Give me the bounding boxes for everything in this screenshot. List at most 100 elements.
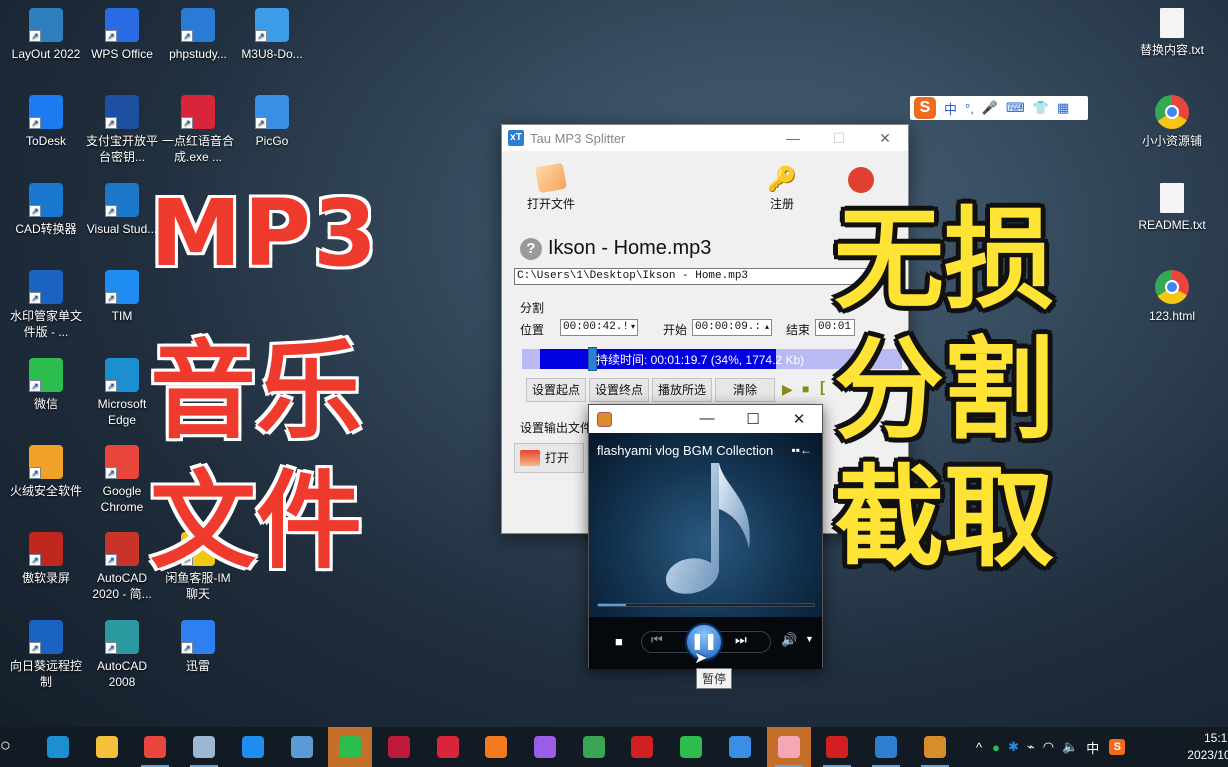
- desktop-icon-label: CAD转换器: [15, 222, 77, 236]
- desktop-icon-replace-txt[interactable]: 替换内容.txt: [1132, 8, 1212, 58]
- clock[interactable]: 15:16 2023/10/: [1187, 730, 1228, 764]
- position-field[interactable]: 00:00:42.! ▾: [560, 319, 638, 336]
- file-name-heading: ? Ikson - Home.mp3: [520, 237, 711, 260]
- desktop-icon[interactable]: ↗ 迅雷: [158, 620, 238, 674]
- speaker-icon[interactable]: 🔈: [1062, 739, 1078, 755]
- close-button[interactable]: ✕: [776, 410, 822, 428]
- taskbar-app-wechat[interactable]: [328, 727, 373, 767]
- maximize-button[interactable]: ☐: [730, 410, 776, 428]
- taskbar-app-recorder2[interactable]: [815, 727, 859, 767]
- shortcut-arrow-icon: ↗: [29, 380, 41, 392]
- desktop-icon-readme[interactable]: README.txt: [1132, 183, 1212, 233]
- stop-button[interactable]: ■: [615, 634, 623, 649]
- title-bar[interactable]: xT Tau MP3 Splitter — ☐ ✕: [502, 125, 908, 151]
- ime-mode[interactable]: 中: [944, 99, 957, 118]
- taskbar-app-edge[interactable]: [36, 727, 80, 767]
- set-end-button[interactable]: 设置终点: [589, 378, 649, 402]
- taskbar-app-media-player[interactable]: [913, 727, 957, 767]
- chrome-icon: [1155, 95, 1189, 129]
- ime-punct[interactable]: °,: [965, 101, 974, 116]
- desktop-icon[interactable]: ↗ WPS Office: [82, 8, 162, 62]
- taskbar-app-chrome[interactable]: [133, 727, 177, 767]
- desktop-icon[interactable]: ↗ phpstudy...: [158, 8, 238, 62]
- desktop-icon-label: 一点红语音合成.exe ...: [161, 134, 234, 164]
- desktop-icon[interactable]: ↗ 微信: [6, 358, 86, 412]
- switch-to-library-icon[interactable]: ▪▪←: [791, 443, 812, 457]
- register-button[interactable]: 🔑 注册: [752, 165, 812, 212]
- desktop-icon[interactable]: ↗ ToDesk: [6, 95, 86, 149]
- taskbar-app-app-d[interactable]: [572, 727, 616, 767]
- desktop-icon[interactable]: ↗ LayOut 2022: [6, 8, 86, 62]
- stop-icon[interactable]: ■: [802, 382, 809, 396]
- desktop-icon-123-html[interactable]: 123.html: [1132, 270, 1212, 324]
- previous-button[interactable]: ⏮: [651, 632, 663, 648]
- taskbar-app-app-x[interactable]: [474, 727, 518, 767]
- alipay-key-icon: ↗: [105, 95, 139, 129]
- show-hidden-icons-chevron[interactable]: ^: [976, 740, 982, 755]
- taskbar-app-capture[interactable]: [280, 727, 324, 767]
- microphone-icon[interactable]: 🎤: [982, 100, 998, 116]
- taskbar-app-file-explorer[interactable]: [85, 727, 129, 767]
- desktop-icon[interactable]: ↗ 水印管家单文件版 - ...: [6, 270, 86, 340]
- start-label: 开始: [663, 323, 688, 337]
- dropdown-arrow-icon[interactable]: ▾: [631, 320, 635, 335]
- desktop-icon[interactable]: ↗ 支付宝开放平台密钥...: [82, 95, 162, 165]
- shortcut-arrow-icon: ↗: [255, 117, 267, 129]
- search-icon[interactable]: ○: [0, 735, 11, 756]
- skin-shirt-icon[interactable]: 👕: [1033, 100, 1049, 116]
- wifi-icon[interactable]: ◠: [1043, 739, 1054, 755]
- open-file-button[interactable]: 打开文件: [516, 162, 586, 212]
- media-player-title-bar[interactable]: — ☐ ✕: [589, 405, 822, 433]
- desktop-icon[interactable]: ↗ 傲软录屏: [6, 532, 86, 586]
- desktop-icon[interactable]: ↗ 向日葵远程控制: [6, 620, 86, 690]
- toolbox-grid-icon[interactable]: ▦: [1057, 100, 1069, 116]
- set-start-button[interactable]: 设置起点: [526, 378, 586, 402]
- maximize-button[interactable]: ☐: [816, 130, 862, 147]
- play-selection-button[interactable]: 播放所选: [652, 378, 712, 402]
- desktop-icon-xiaoxiao[interactable]: 小小资源铺: [1132, 95, 1212, 149]
- desktop-icon[interactable]: ↗ M3U8-Do...: [232, 8, 312, 62]
- taskbar-app-tim[interactable]: [231, 727, 275, 767]
- music-note-icon: [665, 463, 750, 594]
- minimize-button[interactable]: —: [770, 130, 816, 147]
- spinner-up-icon[interactable]: ▴: [765, 320, 769, 335]
- taskbar-app-app-u[interactable]: [669, 727, 713, 767]
- desktop-icon[interactable]: ↗ CAD转换器: [6, 183, 86, 237]
- keyboard-icon[interactable]: ⌨: [1006, 100, 1025, 116]
- desktop-icon[interactable]: ↗ 火绒安全软件: [6, 445, 86, 499]
- clear-button[interactable]: 清除: [715, 378, 775, 402]
- taskbar-app-picgo[interactable]: [718, 727, 762, 767]
- taskbar-app-notepad[interactable]: [182, 727, 226, 767]
- taskbar-app-tau-splitter[interactable]: [864, 727, 908, 767]
- tim-tray-icon[interactable]: ✱: [1008, 739, 1019, 755]
- desktop-icon-label: phpstudy...: [169, 47, 227, 61]
- wan-icon: [387, 736, 410, 758]
- power-icon[interactable]: ⌁: [1027, 739, 1035, 755]
- seek-bar[interactable]: [597, 603, 815, 607]
- close-button[interactable]: ✕: [862, 130, 908, 147]
- next-button[interactable]: ⏭: [735, 632, 747, 648]
- start-time-field[interactable]: 00:00:09.: ▴: [692, 319, 772, 336]
- volume-icon[interactable]: 🔊: [781, 632, 797, 648]
- mark-bracket-icon[interactable]: [: [820, 379, 825, 396]
- overlay-title-mp3: MP3: [149, 179, 379, 289]
- desktop-icon[interactable]: ↗ 一点红语音合成.exe ...: [158, 95, 238, 165]
- taskbar-app-recorder[interactable]: [620, 727, 664, 767]
- x-app-icon: [485, 736, 508, 758]
- taskbar-app-app-wan[interactable]: [377, 727, 421, 767]
- desktop-icon[interactable]: ↗ AutoCAD 2008: [82, 620, 162, 690]
- taskbar-app-premiere[interactable]: [523, 727, 567, 767]
- desktop-icon[interactable]: ↗ PicGo: [232, 95, 312, 149]
- minimize-button[interactable]: —: [684, 410, 730, 428]
- play-icon[interactable]: ▶: [782, 381, 793, 398]
- ime-toolbar[interactable]: S 中 °, 🎤 ⌨ 👕 ▦: [910, 96, 1088, 120]
- ime-tray-indicator[interactable]: 中: [1086, 738, 1099, 757]
- screen-recorder-icon: ↗: [29, 532, 63, 566]
- open-output-button[interactable]: 打开: [514, 443, 584, 473]
- volume-dropdown-icon[interactable]: ▼: [805, 634, 814, 644]
- wechat-tray-icon[interactable]: ●: [992, 740, 1000, 755]
- sogou-tray-icon[interactable]: S: [1109, 739, 1126, 755]
- taskbar-app-app-pink[interactable]: [766, 727, 811, 767]
- tau-icon: [874, 736, 897, 758]
- taskbar-app-voice-synth[interactable]: [426, 727, 470, 767]
